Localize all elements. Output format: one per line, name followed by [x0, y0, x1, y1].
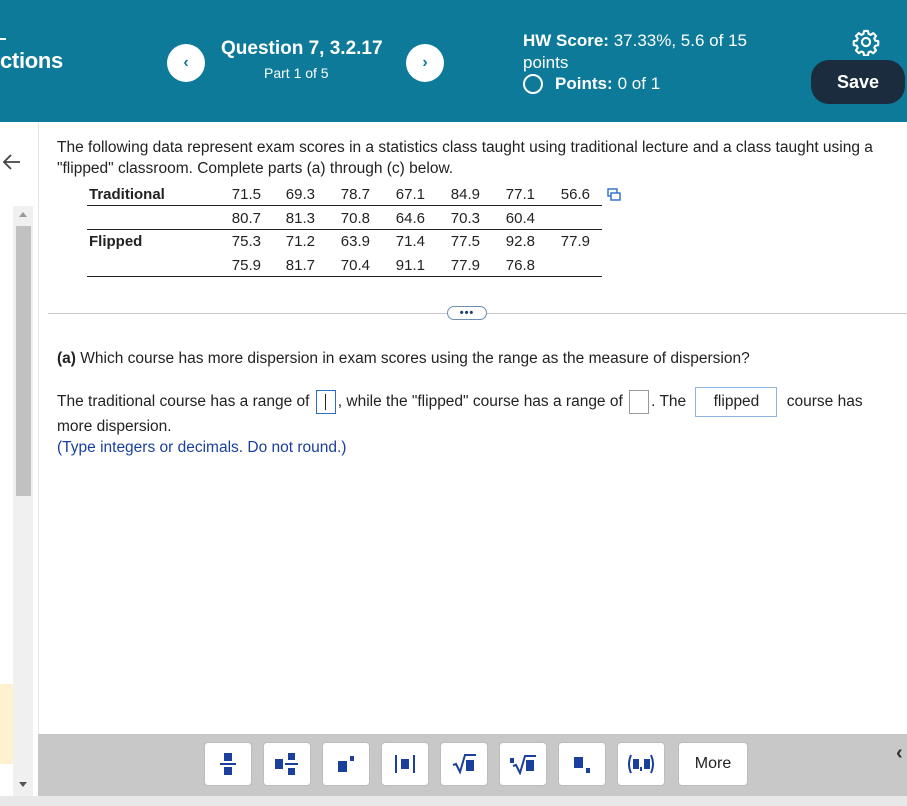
table-cell: 70.3 [450, 209, 480, 227]
table-cell: 81.7 [285, 256, 315, 274]
table-cell: 70.8 [340, 209, 370, 227]
exponent-button[interactable] [322, 742, 370, 786]
absolute-value-button[interactable] [381, 742, 429, 786]
table-cell: 81.3 [285, 209, 315, 227]
bottom-strip [0, 796, 907, 806]
table-cell: 77.9 [450, 256, 480, 274]
table-cell: 60.4 [505, 209, 535, 227]
points-value: 0 of 1 [617, 74, 661, 93]
answer-sentence: The traditional course has a range of , … [57, 387, 902, 417]
table-cell: 71.2 [285, 233, 315, 250]
table-cell: 67.1 [395, 186, 425, 203]
table-cell: 77.1 [505, 186, 535, 203]
table-cell: 75.9 [231, 256, 261, 274]
fraction-icon [220, 753, 236, 775]
scrollbar-thumb[interactable] [16, 226, 31, 496]
more-tools-button[interactable]: More [678, 742, 748, 786]
table-cell: 77.9 [560, 233, 590, 250]
copy-data-icon[interactable] [607, 188, 621, 202]
side-highlight [0, 684, 13, 764]
question-part: Part 1 of 5 [264, 65, 329, 81]
fraction-button[interactable] [204, 742, 252, 786]
table-cell: 75.3 [231, 233, 261, 250]
gear-icon[interactable] [852, 28, 880, 56]
chevron-right-icon: › [422, 54, 428, 71]
header-bar: ctions ‹ Question 7, 3.2.17 Part 1 of 5 … [0, 0, 907, 122]
input-hint: (Type integers or decimals. Do not round… [57, 439, 347, 456]
header-dash [0, 38, 6, 40]
course-select[interactable]: flipped [695, 387, 778, 417]
mixed-number-button[interactable] [263, 742, 311, 786]
chevron-left-icon[interactable]: ‹ [896, 742, 903, 765]
part-a-question: (a) Which course has more dispersion in … [57, 350, 750, 368]
previous-question-button[interactable]: ‹ [167, 44, 205, 82]
table-row: Traditional 71.5 69.3 78.7 67.1 84.9 77.… [87, 182, 602, 206]
section-title: ctions [0, 48, 63, 73]
answer-text-3: . The [651, 393, 687, 411]
hw-score: HW Score: 37.33%, 5.6 of 15 points [523, 30, 783, 74]
table-cell: 78.7 [340, 186, 370, 203]
absolute-value-icon [395, 755, 415, 773]
expand-ellipsis-button[interactable]: ••• [447, 306, 487, 320]
question-intro: The following data represent exam scores… [57, 139, 873, 177]
points-label: Points: [555, 74, 613, 93]
part-a-label: (a) [57, 350, 76, 367]
table-cell: 92.8 [505, 233, 535, 250]
table-row: Flipped 75.3 71.2 63.9 71.4 77.5 92.8 77… [87, 229, 602, 253]
table-cell: 80.7 [231, 209, 261, 227]
answer-text-2: , while the "flipped" course has a range… [337, 393, 623, 411]
answer-text-1: The traditional course has a range of [57, 393, 310, 411]
chevron-left-icon: ‹ [183, 54, 189, 71]
next-question-button[interactable]: › [406, 44, 444, 82]
nth-root-icon [510, 755, 536, 775]
square-root-icon [452, 754, 476, 775]
math-toolbar: More [38, 734, 907, 796]
flipped-label: Flipped [89, 233, 143, 250]
table-cell: 71.5 [231, 186, 261, 203]
back-arrow-icon[interactable] [0, 150, 24, 174]
table-cell: 84.9 [450, 186, 480, 203]
traditional-range-input[interactable] [315, 390, 336, 414]
table-rule [87, 276, 602, 277]
table-cell: 63.9 [340, 233, 370, 250]
points-circle-icon [523, 74, 543, 94]
subscript-button[interactable] [558, 742, 606, 786]
subscript-icon [574, 757, 590, 773]
table-row: 80.7 81.3 70.8 64.6 70.3 60.4 [87, 206, 602, 230]
question-title: Question 7, 3.2.17 [221, 38, 383, 59]
nth-root-button[interactable] [499, 742, 547, 786]
hw-score-label: HW Score: [523, 31, 609, 50]
table-cell: 56.6 [560, 186, 590, 203]
scroll-up-icon[interactable] [19, 212, 27, 217]
table-cell: 76.8 [505, 256, 535, 274]
flipped-range-input[interactable] [629, 390, 650, 414]
table-cell: 64.6 [395, 209, 425, 227]
exponent-icon [338, 756, 354, 772]
content-divider [38, 122, 39, 742]
traditional-label: Traditional [89, 186, 165, 203]
scroll-down-icon[interactable] [19, 782, 27, 787]
answer-text-5: more dispersion. [57, 418, 172, 435]
ordered-pair-icon [628, 754, 654, 774]
table-cell: 70.4 [340, 256, 370, 274]
points-status: Points: 0 of 1 [523, 74, 660, 94]
answer-text-4: course has [786, 393, 863, 411]
square-root-button[interactable] [440, 742, 488, 786]
table-row: 75.9 81.7 70.4 91.1 77.9 76.8 [87, 253, 602, 277]
table-cell: 71.4 [395, 233, 425, 250]
table-cell: 91.1 [395, 256, 425, 274]
table-cell: 77.5 [450, 233, 480, 250]
data-table: Traditional 71.5 69.3 78.7 67.1 84.9 77.… [87, 182, 602, 277]
mixed-number-icon [275, 753, 298, 775]
ordered-pair-button[interactable] [617, 742, 665, 786]
part-a-question-text: Which course has more dispersion in exam… [80, 350, 750, 367]
save-button[interactable]: Save [811, 60, 905, 104]
table-cell: 69.3 [285, 186, 315, 203]
vertical-scrollbar[interactable] [13, 206, 33, 796]
